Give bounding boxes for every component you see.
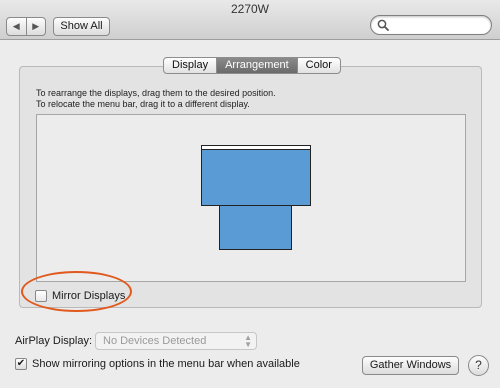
forward-arrow-icon: ▶: [32, 21, 40, 31]
search-field[interactable]: [370, 15, 492, 35]
tab-color[interactable]: Color: [296, 58, 340, 73]
show-mirroring-checkbox[interactable]: ✔: [15, 358, 27, 370]
back-button[interactable]: ◀: [7, 18, 26, 35]
instruction-rearrange: To rearrange the displays, drag them to …: [36, 88, 276, 98]
window-title: 2270W: [230, 2, 270, 16]
help-icon: ?: [475, 358, 482, 372]
show-mirroring-label: Show mirroring options in the menu bar w…: [32, 358, 300, 370]
back-forward-group: ◀ ▶: [6, 17, 46, 36]
mirror-displays-label: Mirror Displays: [52, 290, 126, 302]
airplay-display-label: AirPlay Display:: [15, 335, 93, 347]
show-all-button[interactable]: Show All: [53, 17, 110, 36]
select-arrows-icon: ▲ ▼: [244, 333, 252, 349]
checkmark-icon: ✔: [16, 358, 26, 369]
gather-windows-button[interactable]: Gather Windows: [362, 356, 459, 375]
show-mirroring-option[interactable]: ✔ Show mirroring options in the menu bar…: [15, 358, 300, 370]
main-display[interactable]: [201, 145, 311, 206]
title-toolbar: 2270W ◀ ▶ Show All: [0, 0, 500, 40]
instruction-menubar: To relocate the menu bar, drag it to a d…: [36, 99, 250, 109]
tab-bar: Display Arrangement Color: [163, 57, 341, 74]
airplay-selected-value: No Devices Detected: [103, 335, 207, 347]
tab-display[interactable]: Display: [164, 58, 216, 73]
menu-bar-handle[interactable]: [201, 145, 311, 150]
forward-button[interactable]: ▶: [25, 18, 46, 35]
help-button[interactable]: ?: [468, 355, 489, 376]
airplay-display-select: No Devices Detected ▲ ▼: [95, 332, 257, 350]
secondary-display[interactable]: [219, 205, 292, 250]
mirror-displays-checkbox[interactable]: [35, 290, 47, 302]
displays-preferences-window: 2270W ◀ ▶ Show All Display Arrangement C…: [0, 0, 500, 388]
mirror-displays-option[interactable]: Mirror Displays: [35, 289, 125, 303]
tab-arrangement[interactable]: Arrangement: [216, 58, 297, 73]
search-input[interactable]: [393, 17, 487, 33]
search-icon: [377, 19, 389, 31]
back-arrow-icon: ◀: [12, 21, 20, 31]
